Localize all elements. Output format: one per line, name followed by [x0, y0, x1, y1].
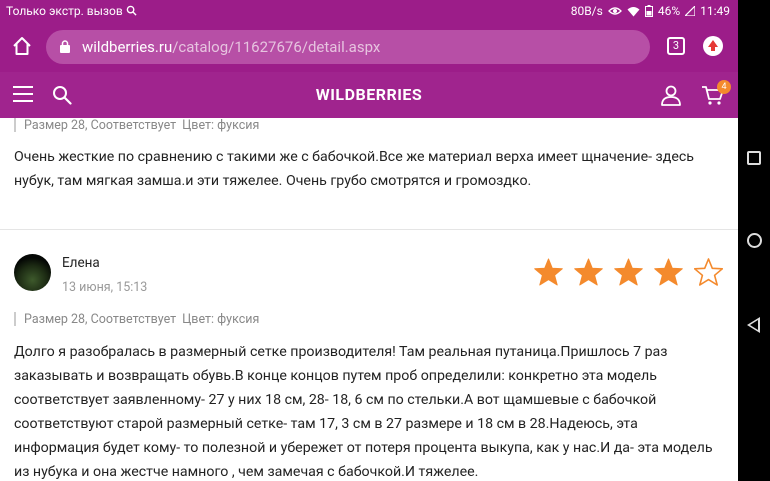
url-text: wildberries.ru/catalog/11627676/detail.a… [82, 38, 380, 56]
browser-window: Только экстр. вызов 80B/s 46% 11:49 wild… [0, 0, 738, 481]
star-filled-icon [534, 258, 563, 286]
cart-count-badge: 4 [717, 80, 731, 94]
wifi-icon [627, 6, 640, 16]
battery-level: 46% [657, 4, 681, 18]
carrier-text: Только экстр. вызов [6, 4, 123, 18]
status-bar: Только экстр. вызов 80B/s 46% 11:49 [0, 0, 738, 22]
recent-apps-icon[interactable] [747, 151, 761, 165]
avatar [14, 254, 51, 291]
carrier-status: Только экстр. вызов [6, 4, 137, 18]
battery-icon [644, 5, 653, 17]
star-empty-icon [694, 258, 723, 286]
tab-switcher-button[interactable]: 3 [667, 37, 685, 55]
review-size: Размер 28, Соответствует [24, 312, 177, 327]
screen: Только экстр. вызов 80B/s 46% 11:49 wild… [0, 0, 770, 481]
system-navigation-bar [738, 0, 770, 481]
cellular-off-icon [685, 6, 696, 16]
review-divider [0, 229, 738, 230]
back-icon[interactable] [747, 317, 760, 333]
star-filled-icon [574, 258, 603, 286]
home-nav-icon[interactable] [747, 233, 762, 248]
search-status-icon [126, 5, 137, 16]
reviews-list: Размер 28, Соответствует Цвет: фуксия Оче… [0, 118, 738, 481]
address-bar[interactable]: wildberries.ru/catalog/11627676/detail.a… [46, 30, 650, 64]
browser-toolbar: wildberries.ru/catalog/11627676/detail.a… [0, 22, 738, 72]
lock-icon [60, 40, 70, 53]
review-text: Очень жесткие по сравнению с такими же с… [14, 149, 694, 189]
site-logo[interactable]: WILDBERRIES [0, 85, 738, 104]
home-icon[interactable] [12, 36, 32, 56]
network-speed: 80B/s [570, 4, 603, 18]
star-filled-icon [614, 258, 643, 286]
review-size: Размер 28, Соответствует [24, 118, 177, 133]
eye-icon [607, 7, 622, 15]
rating-stars [534, 258, 723, 286]
review-color: Цвет: фуксия [182, 312, 260, 327]
status-right: 80B/s 46% 11:49 [571, 4, 730, 18]
review-meta: Размер 28, Соответствует Цвет: фуксия [14, 312, 260, 327]
review-meta: Размер 28, Соответствует Цвет: фуксия [14, 118, 260, 133]
star-filled-icon [654, 258, 683, 286]
url-host: wildberries.ru [82, 38, 173, 56]
clock: 11:49 [700, 4, 730, 18]
update-icon[interactable] [703, 36, 723, 56]
review-date: 13 июня, 15:13 [62, 280, 148, 295]
review-color: Цвет: фуксия [182, 118, 260, 133]
review-text: Долго я разобралась в размерный сетке пр… [14, 344, 713, 480]
review-author: Елена [62, 255, 100, 271]
site-header: WILDBERRIES 4 [0, 72, 738, 118]
user-icon[interactable] [660, 84, 682, 106]
url-path: /catalog/11627676/detail.aspx [172, 38, 381, 56]
